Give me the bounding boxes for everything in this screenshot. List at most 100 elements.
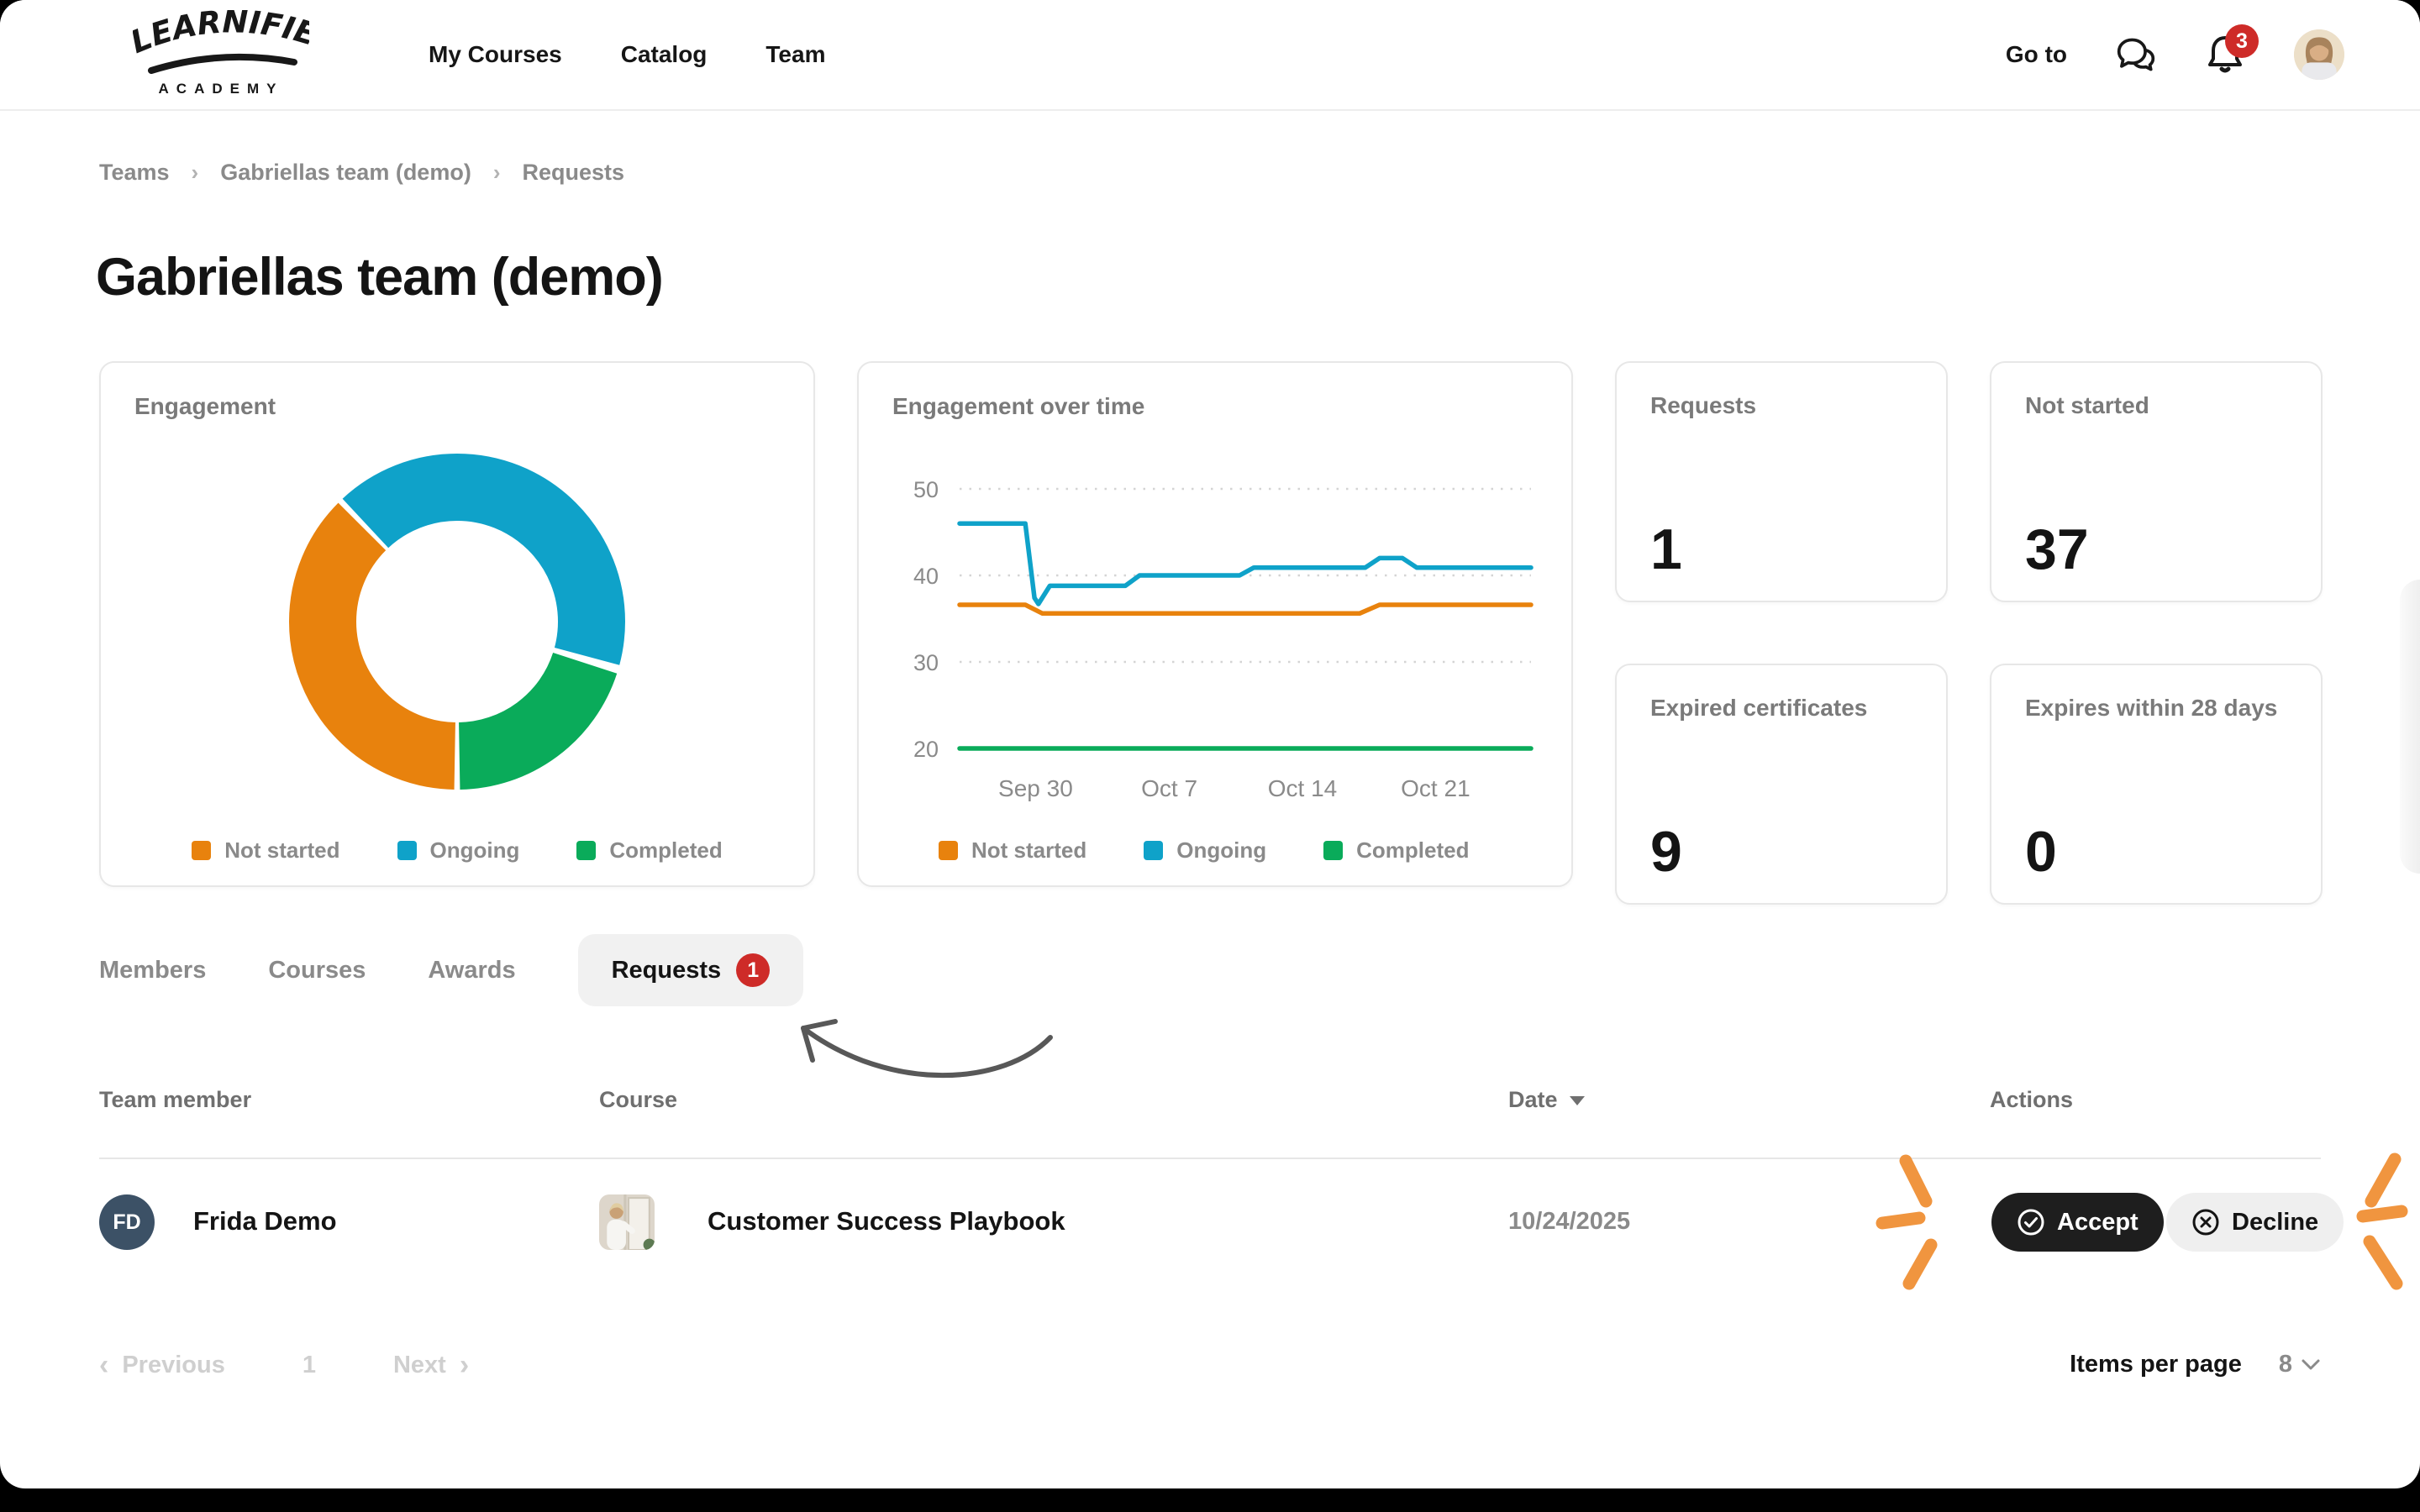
x-circle-icon	[2191, 1208, 2220, 1236]
line-series-not-started	[960, 605, 1531, 613]
legend-label: Completed	[609, 837, 722, 864]
team-tabs: Members Courses Awards Requests 1	[99, 934, 803, 1006]
items-per-page-label: Items per page	[2070, 1351, 2242, 1378]
table-divider	[99, 1158, 2321, 1159]
legend-swatch-blue	[1144, 841, 1163, 860]
next-label: Next	[393, 1352, 446, 1379]
legend-swatch-blue	[397, 841, 417, 860]
y-tick-40: 40	[913, 564, 939, 589]
legend-label: Ongoing	[430, 837, 520, 864]
nav-catalog[interactable]: Catalog	[621, 41, 708, 68]
member-avatar: FD	[99, 1194, 155, 1250]
column-header-date[interactable]: Date	[1508, 1087, 1586, 1113]
breadcrumb-team[interactable]: Gabriellas team (demo)	[220, 160, 471, 186]
messages-button[interactable]	[2116, 34, 2156, 75]
stat-value: 1	[1650, 517, 1682, 582]
tab-members[interactable]: Members	[99, 957, 206, 984]
nav-my-courses[interactable]: My Courses	[429, 41, 562, 68]
breadcrumb-separator: ›	[192, 160, 199, 186]
previous-label: Previous	[122, 1352, 225, 1379]
engagement-donut-chart	[101, 363, 813, 885]
legend-swatch-orange	[939, 841, 958, 860]
engagement-donut-card: Engagement Not started Ongoing Completed	[99, 361, 815, 887]
stat-label: Expired certificates	[1650, 692, 1916, 724]
request-date: 10/24/2025	[1508, 1208, 1630, 1236]
pagination: ‹ Previous 1 Next ›	[99, 1351, 469, 1379]
engagement-over-time-card: Engagement over time 50 40 30 20 Sep 30 …	[857, 361, 1573, 887]
brand-subtitle: ACADEMY	[159, 81, 284, 97]
tab-courses[interactable]: Courses	[268, 957, 366, 984]
tab-awards[interactable]: Awards	[428, 957, 515, 984]
tab-requests-label: Requests	[612, 957, 722, 984]
course-thumbnail	[599, 1194, 655, 1250]
hand-drawn-arrow	[773, 991, 1067, 1100]
legend-completed: Completed	[576, 837, 722, 864]
chevron-left-icon: ‹	[99, 1351, 108, 1379]
items-per-page: Items per page 8	[2070, 1351, 2321, 1378]
svg-text:LEARNIFIER: LEARNIFIER	[133, 10, 309, 60]
page-title: Gabriellas team (demo)	[96, 247, 663, 307]
next-page-button[interactable]: Next ›	[393, 1351, 469, 1379]
check-circle-icon	[2017, 1208, 2045, 1236]
line-card-title: Engagement over time	[892, 393, 1144, 420]
legend-label: Completed	[1356, 837, 1469, 864]
page-number[interactable]: 1	[302, 1352, 316, 1379]
accept-button[interactable]: Accept	[1991, 1193, 2164, 1252]
previous-page-button[interactable]: ‹ Previous	[99, 1351, 225, 1379]
y-tick-20: 20	[913, 737, 939, 762]
brand-name: LEARNIFIER	[133, 10, 309, 60]
legend-swatch-orange	[192, 841, 211, 860]
member-name[interactable]: Frida Demo	[193, 1206, 337, 1236]
chevron-right-icon: ›	[460, 1351, 469, 1379]
legend-swatch-green	[1323, 841, 1343, 860]
line-series-ongoing	[960, 523, 1531, 604]
stat-value: 0	[2025, 819, 2057, 885]
x-tick-oct7: Oct 7	[1141, 775, 1197, 801]
legend-label: Ongoing	[1176, 837, 1266, 864]
tab-requests[interactable]: Requests 1	[578, 934, 804, 1006]
user-avatar[interactable]	[2294, 29, 2344, 80]
main-nav: My Courses Catalog Team	[429, 0, 825, 109]
legend-swatch-green	[576, 841, 596, 860]
stat-label: Expires within 28 days	[2025, 692, 2291, 724]
items-per-page-select[interactable]: 8	[2279, 1351, 2321, 1378]
learnifier-logo-graphic: LEARNIFIER ACADEMY	[133, 10, 309, 97]
items-per-page-value: 8	[2279, 1351, 2292, 1378]
app-window: LEARNIFIER ACADEMY My Courses Catalog Te…	[0, 0, 2420, 1488]
line-chart-legend: Not started Ongoing Completed	[859, 837, 1469, 864]
legend-not-started: Not started	[192, 837, 339, 864]
legend-ongoing: Ongoing	[397, 837, 520, 864]
y-tick-50: 50	[913, 477, 939, 502]
decline-button[interactable]: Decline	[2166, 1193, 2344, 1252]
x-tick-oct21: Oct 21	[1401, 775, 1470, 801]
stat-card-not-started: Not started 37	[1990, 361, 2323, 602]
legend-label: Not started	[971, 837, 1086, 864]
stat-value: 37	[2025, 517, 2089, 582]
stat-card-expired-certificates: Expired certificates 9	[1615, 664, 1948, 905]
notifications-button[interactable]: 3	[2205, 34, 2245, 75]
legend-not-started: Not started	[939, 837, 1086, 864]
nav-team[interactable]: Team	[765, 41, 825, 68]
column-header-course: Course	[599, 1087, 677, 1113]
stat-label: Not started	[2025, 390, 2291, 422]
user-avatar-photo	[2294, 29, 2344, 80]
breadcrumb-teams[interactable]: Teams	[99, 160, 170, 186]
edge-widget-sliver	[2400, 580, 2420, 874]
donut-card-title: Engagement	[134, 393, 276, 420]
stat-label: Requests	[1650, 390, 1916, 422]
column-header-actions: Actions	[1990, 1087, 2073, 1113]
requests-count-badge: 1	[736, 953, 770, 987]
sort-descending-icon	[1568, 1094, 1586, 1107]
stat-card-expires-within-28-days: Expires within 28 days 0	[1990, 664, 2323, 905]
breadcrumb-requests[interactable]: Requests	[523, 160, 625, 186]
course-name[interactable]: Customer Success Playbook	[708, 1206, 1065, 1236]
learnifier-logo[interactable]: LEARNIFIER ACADEMY	[133, 10, 309, 102]
top-navigation: LEARNIFIER ACADEMY My Courses Catalog Te…	[0, 0, 2420, 111]
go-to-menu[interactable]: Go to	[2006, 41, 2067, 68]
donut-legend: Not started Ongoing Completed	[101, 837, 813, 864]
decline-label: Decline	[2232, 1209, 2318, 1236]
notification-count-badge: 3	[2225, 24, 2259, 58]
course-thumbnail-photo	[599, 1194, 655, 1250]
legend-ongoing: Ongoing	[1144, 837, 1266, 864]
stat-value: 9	[1650, 819, 1682, 885]
